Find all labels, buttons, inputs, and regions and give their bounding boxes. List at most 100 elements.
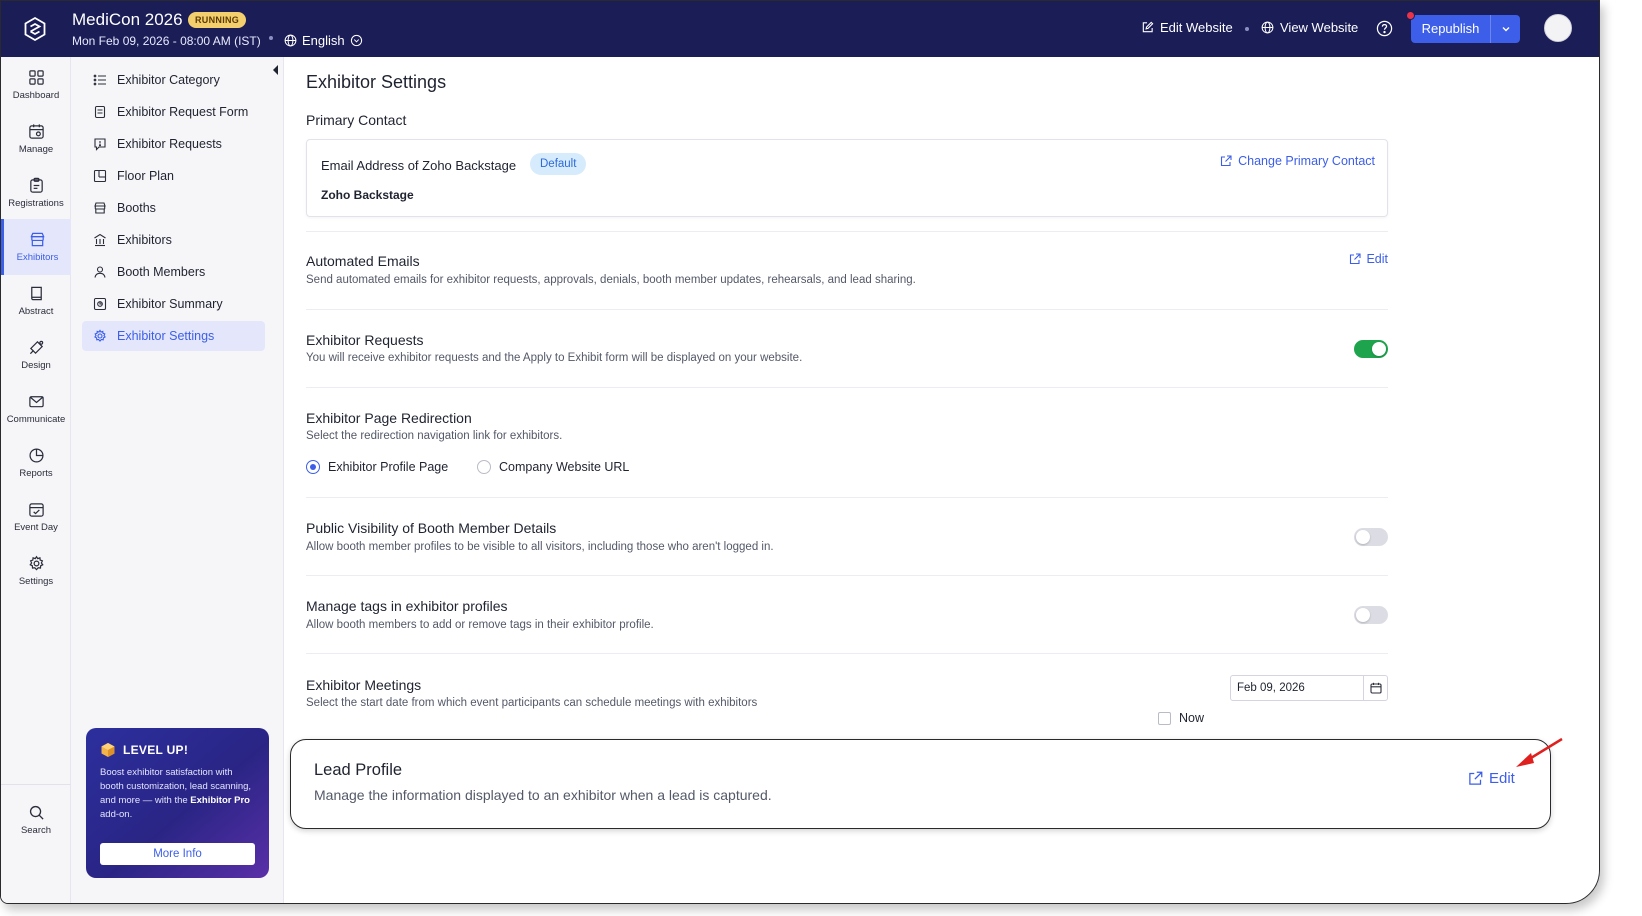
person-icon	[94, 266, 106, 278]
promo-product-name: Exhibitor Pro	[190, 795, 250, 806]
republish-label[interactable]: Republish	[1411, 15, 1491, 43]
pie-chart-icon	[28, 448, 44, 463]
lead-profile-edit-link[interactable]: Edit	[1468, 770, 1515, 787]
public-visibility-toggle[interactable]	[1354, 528, 1388, 546]
level-up-promo: LEVEL UP! Boost exhibitor satisfaction w…	[86, 728, 269, 878]
radio-button-checked[interactable]	[306, 460, 320, 474]
booth-icon	[94, 202, 106, 214]
summary-icon	[93, 297, 107, 311]
rail-item-abstract[interactable]: Abstract	[1, 273, 71, 329]
rail-item-design[interactable]: Design	[1, 327, 71, 383]
section-description: Allow booth member profiles to be visibl…	[306, 541, 774, 553]
section-description: Allow booth members to add or remove tag…	[306, 619, 654, 631]
avatar[interactable]	[1544, 14, 1572, 42]
rail-item-communicate[interactable]: Communicate	[1, 381, 71, 437]
rail-item-registrations[interactable]: Registrations	[1, 165, 71, 221]
help-icon[interactable]	[1376, 20, 1393, 37]
manage-tags-toggle[interactable]	[1354, 606, 1388, 624]
rail-label: Reports	[19, 468, 53, 479]
exhibitor-requests-toggle[interactable]	[1354, 340, 1388, 358]
section-title: Exhibitor Requests	[306, 332, 424, 348]
notification-dot	[1406, 11, 1415, 20]
rail-item-event-day[interactable]: Event Day	[1, 489, 71, 545]
calendar-icon	[1369, 682, 1382, 694]
subnav-label: Booths	[117, 201, 156, 215]
rail-item-exhibitors[interactable]: Exhibitors	[1, 219, 71, 275]
backstage-logo-icon[interactable]	[21, 15, 49, 43]
subnav-label: Floor Plan	[117, 169, 174, 183]
radio-label: Company Website URL	[499, 460, 630, 474]
view-website-link[interactable]: View Website	[1261, 20, 1358, 35]
subnav-label: Exhibitors	[117, 233, 172, 247]
section-title: Exhibitor Page Redirection	[306, 410, 472, 426]
rail-item-dashboard[interactable]: Dashboard	[1, 57, 71, 113]
edit-square-icon	[1142, 21, 1154, 33]
date-value[interactable]: Feb 09, 2026	[1231, 676, 1363, 700]
toggle-knob	[1356, 530, 1370, 544]
rail-label: Search	[20, 825, 52, 836]
subnav-item-exhibitor-request-form[interactable]: Exhibitor Request Form	[82, 97, 265, 127]
now-checkbox-row[interactable]: Now	[1158, 711, 1204, 725]
date-picker-button[interactable]	[1363, 676, 1387, 700]
republish-dropdown[interactable]	[1491, 15, 1520, 43]
meeting-start-date-field[interactable]: Feb 09, 2026	[1230, 675, 1388, 701]
more-info-button[interactable]: More Info	[100, 843, 255, 865]
gear-icon	[28, 555, 44, 571]
chevron-down-icon	[1502, 27, 1509, 32]
event-title: MediCon 2026	[72, 10, 183, 29]
subnav-label: Booth Members	[117, 265, 206, 279]
exhibitor-meetings-section: Exhibitor Meetings Select the start date…	[306, 653, 1388, 743]
toggle-knob	[1372, 342, 1386, 356]
radio-exhibitor-profile-page[interactable]: Exhibitor Profile Page	[306, 460, 448, 474]
promo-text: add-on.	[100, 809, 133, 820]
status-badge: RUNNING	[188, 12, 247, 28]
edit-website-label: Edit Website	[1160, 20, 1233, 35]
republish-button[interactable]: Republish	[1411, 15, 1520, 43]
rail-item-settings[interactable]: Settings	[1, 543, 71, 599]
clipboard-icon	[29, 177, 43, 193]
subnav-item-floor-plan[interactable]: Floor Plan	[82, 161, 265, 191]
globe-icon	[1261, 21, 1274, 34]
rail-label: Design	[21, 360, 51, 371]
globe-icon	[284, 34, 297, 47]
language-selector[interactable]: English	[284, 33, 363, 48]
box-icon	[101, 743, 115, 757]
automated-emails-edit-link[interactable]: Edit	[1349, 252, 1388, 266]
primary-contact-heading: Primary Contact	[306, 112, 407, 128]
section-description: Select the start date from which event p…	[306, 697, 758, 709]
subnav-item-exhibitor-requests[interactable]: Exhibitor Requests	[82, 129, 265, 159]
subnav-item-exhibitors[interactable]: Exhibitors	[82, 225, 265, 255]
rail-item-manage[interactable]: Manage	[1, 111, 71, 167]
subnav-item-exhibitor-category[interactable]: Exhibitor Category	[82, 65, 265, 95]
subnav-item-booths[interactable]: Booths	[82, 193, 265, 223]
radio-label: Exhibitor Profile Page	[328, 460, 449, 474]
rail-label: Manage	[18, 144, 54, 155]
list-icon	[93, 74, 106, 86]
building-icon	[94, 233, 106, 247]
subnav-item-exhibitor-settings[interactable]: Exhibitor Settings	[82, 321, 265, 351]
contact-name: Zoho Backstage	[321, 188, 414, 202]
rail-label: Exhibitors	[16, 252, 59, 263]
external-link-icon	[1350, 253, 1362, 265]
subnav-item-booth-members[interactable]: Booth Members	[82, 257, 265, 287]
default-badge: Default	[530, 153, 587, 175]
radio-button[interactable]	[477, 460, 491, 474]
page-title: Exhibitor Settings	[306, 72, 447, 92]
collapse-sidebar-icon[interactable]	[272, 64, 280, 76]
subnav-label: Exhibitor Summary	[117, 297, 223, 311]
top-bar: MediCon 2026 RUNNING Mon Feb 09, 2026 - …	[1, 1, 1599, 57]
event-date: Mon Feb 09, 2026 - 08:00 AM (IST)	[72, 34, 261, 48]
promo-title: LEVEL UP!	[123, 743, 189, 757]
radio-company-website-url[interactable]: Company Website URL	[477, 460, 629, 474]
form-icon	[94, 105, 106, 119]
change-primary-contact-link[interactable]: Change Primary Contact	[1220, 154, 1375, 168]
subnav-label: Exhibitor Category	[117, 73, 220, 87]
section-description: Send automated emails for exhibitor requ…	[306, 274, 916, 286]
view-website-label: View Website	[1280, 20, 1359, 35]
booth-icon	[30, 232, 45, 247]
edit-website-link[interactable]: Edit Website	[1141, 20, 1233, 35]
subnav-item-exhibitor-summary[interactable]: Exhibitor Summary	[82, 289, 265, 319]
now-checkbox[interactable]	[1158, 711, 1171, 725]
rail-item-search[interactable]: Search	[1, 792, 71, 848]
rail-item-reports[interactable]: Reports	[1, 435, 71, 491]
